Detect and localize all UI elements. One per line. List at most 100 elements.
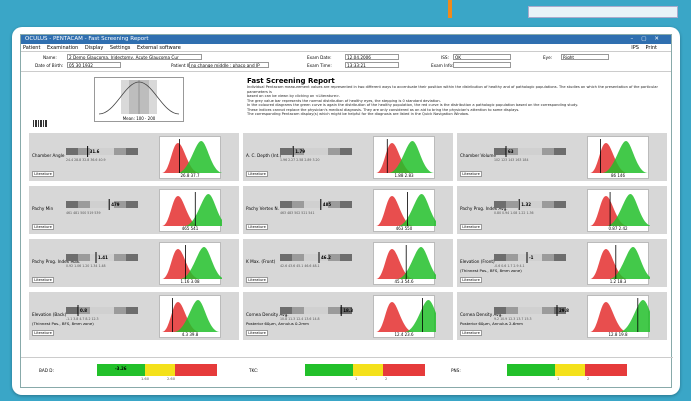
population-values: 1.16 3.08 xyxy=(180,279,200,284)
parameter-cell: Elevation (Back) (Thinnest Pos., BFS, 8mm… xyxy=(29,292,239,340)
tkc-label: TKC: xyxy=(249,368,259,373)
parameter-name: Pachy Min xyxy=(32,206,54,211)
menu-ips[interactable]: IPS xyxy=(631,45,639,51)
tick-labels: -1.1 3.8 4.7 8.2 12.3 xyxy=(66,317,99,321)
report-description: Individual Pentacam measurement values a… xyxy=(247,85,662,117)
patient-info: Name: 2 Demo Glaucoma, Iridectomy, Acute… xyxy=(21,52,671,72)
menu-external-software[interactable]: External software xyxy=(137,45,181,51)
pathologic-curve xyxy=(590,302,628,332)
iss-field[interactable]: OK xyxy=(453,54,511,60)
report-title: Fast Screening Report xyxy=(247,77,335,85)
population-values: 12.4 23.6 xyxy=(394,332,414,337)
parameter-value: 0.8 xyxy=(80,308,88,313)
parameter-value: 46.2 xyxy=(321,255,331,260)
menu-patient[interactable]: Patient xyxy=(23,45,40,51)
parameter-cell: A. C. Depth (Int.) 1.79 1.96 2.27 2.58 2.8… xyxy=(243,133,453,181)
parameter-name: Chamber Volume xyxy=(460,153,497,158)
tick-labels: -0.6 0.6 1.7 2.9 4.1 xyxy=(494,264,525,268)
literature-button[interactable]: Literature xyxy=(246,330,268,336)
bad-d-scale-label-2: 2.60 xyxy=(167,377,176,381)
tkc-scale-label-1: 1 xyxy=(355,377,358,381)
parameter-cell: K Max. (Front) 46.2 42.6 43.6 45.1 46.6 48… xyxy=(243,239,453,287)
eye-field[interactable]: Right xyxy=(561,54,609,60)
pathologic-curve xyxy=(376,302,414,332)
parameter-name: Chamber Angle xyxy=(32,153,65,158)
parameter-subtitle: (Thinnest Pos., BFS, 8mm zone) xyxy=(460,268,522,273)
dob-field[interactable]: 05 30 1932 xyxy=(67,62,121,68)
bad-d-value: -3.26 xyxy=(115,366,127,371)
name-field[interactable]: 2 Demo Glaucoma, Iridectomy, Acute Glauc… xyxy=(67,54,202,60)
parameter-value: 1.32 xyxy=(521,202,532,207)
tick-labels: 461 481 500 519 539 xyxy=(66,211,101,215)
population-values: 26.8 37.7 xyxy=(180,173,200,178)
exam-info-field[interactable] xyxy=(453,62,511,68)
dob-label: Date of Birth: xyxy=(35,63,64,68)
window-controls[interactable]: –▢✕ xyxy=(630,35,667,44)
exam-info-label: Exam Info: xyxy=(431,63,454,68)
parameter-cell: Chamber Volume 63 102 123 143 163 184 Liter… xyxy=(457,133,667,181)
tick-labels: 0.92 1.06 1.20 1.34 1.48 xyxy=(66,264,106,268)
parameter-value: 63 xyxy=(508,149,514,154)
tkc-scale-label-2: 2 xyxy=(385,377,388,381)
parameter-name: Elevation (Back) xyxy=(32,312,67,317)
parameter-value: 29.8 xyxy=(559,308,569,313)
parameter-cell: Cornea Density Avg. Posterior 60µm, Annul… xyxy=(457,292,667,340)
menu-examination[interactable]: Examination xyxy=(47,45,78,51)
literature-button[interactable]: Literature xyxy=(460,330,482,336)
literature-button[interactable]: Literature xyxy=(460,277,482,283)
parameter-value: 18.3 xyxy=(343,308,354,313)
parameter-value: 1.41 xyxy=(98,255,108,260)
literature-button[interactable]: Literature xyxy=(246,224,268,230)
exam-date-field[interactable]: 12.04.2006 xyxy=(345,54,399,60)
tick-labels: 42.6 43.6 45.1 46.6 48.1 xyxy=(280,264,320,268)
parameter-cell: Cornea Density Avg. Posterior 60µm, Annul… xyxy=(243,292,453,340)
menu-print[interactable]: Print xyxy=(645,45,657,51)
literature-button[interactable]: Literature xyxy=(32,171,54,177)
literature-button[interactable]: Literature xyxy=(32,330,54,336)
exam-time-field[interactable]: 13:33:21 xyxy=(345,62,399,68)
literature-button[interactable]: Literature xyxy=(246,171,268,177)
healthy-curve xyxy=(619,300,665,332)
population-values: 463 550 xyxy=(395,226,413,231)
literature-button[interactable]: Literature xyxy=(32,224,54,230)
parameter-value: 479 xyxy=(111,202,120,207)
population-values: 86 146 xyxy=(611,173,625,178)
barcode-icon xyxy=(33,120,47,127)
literature-button[interactable]: Literature xyxy=(32,277,54,283)
pns-scale-label-1: 1 xyxy=(557,377,560,381)
tick-labels: 463 483 502 521 541 xyxy=(280,211,315,215)
menu-display[interactable]: Display xyxy=(85,45,103,51)
parameter-value: 31.6 xyxy=(89,149,100,154)
normal-caption: Mean: 100 · 200 xyxy=(122,116,156,121)
healthy-curve xyxy=(404,300,451,332)
name-label: Name: xyxy=(43,55,57,60)
parameter-value: 1.79 xyxy=(295,149,306,154)
tick-labels: 9.2 10.9 12.3 13.7 15.3 xyxy=(494,317,532,321)
parameter-name: K Max. (Front) xyxy=(246,259,276,264)
parameter-cell: Pachy Vertex N. 485 463 483 502 521 541 Lit… xyxy=(243,186,453,234)
menu-settings[interactable]: Settings xyxy=(110,45,131,51)
literature-button[interactable]: Literature xyxy=(460,171,482,177)
exam-time-label: Exam Time: xyxy=(307,63,332,68)
parameter-subtitle: Posterior 60µm, Annulus 0-2mm xyxy=(246,321,309,326)
population-values: 465 541 xyxy=(181,226,199,231)
report-line: The corresponding Pentacam display(s) wh… xyxy=(247,112,469,116)
parameter-value: -1 xyxy=(529,255,534,260)
literature-button[interactable]: Literature xyxy=(460,224,482,230)
tick-labels: 0.80 0.94 1.08 1.22 1.36 xyxy=(494,211,534,215)
literature-button[interactable]: Literature xyxy=(246,277,268,283)
pns-scale xyxy=(507,364,627,376)
menubar: Patient Examination Display Settings Ext… xyxy=(21,44,671,52)
tick-labels: 1.96 2.27 2.58 2.89 3.20 xyxy=(280,158,320,162)
parameter-subtitle: (Thinnest Pos., BFS, 8mm zone) xyxy=(32,321,94,326)
window-title: OCULUS - PENTACAM - Fast Screening Repor… xyxy=(25,36,149,42)
eye-label: Eye: xyxy=(543,55,553,60)
population-values: 45.3 54.6 xyxy=(394,279,414,284)
population-values: 0.87 2.42 xyxy=(608,226,628,231)
summary-bar: BAD D: -3.26 1.60 2.60 TKC: 1 2 PNS: 1 2 xyxy=(21,357,673,387)
parameter-name: Pachy Vertex N. xyxy=(246,206,279,211)
parameter-value: 485 xyxy=(322,202,332,207)
parameter-cell: Elevation (Front) (Thinnest Pos., BFS, 8m… xyxy=(457,239,667,287)
patient-id-field[interactable]: no change middle : phaco and IP xyxy=(189,62,269,68)
app-window: OCULUS - PENTACAM - Fast Screening Repor… xyxy=(20,34,673,388)
